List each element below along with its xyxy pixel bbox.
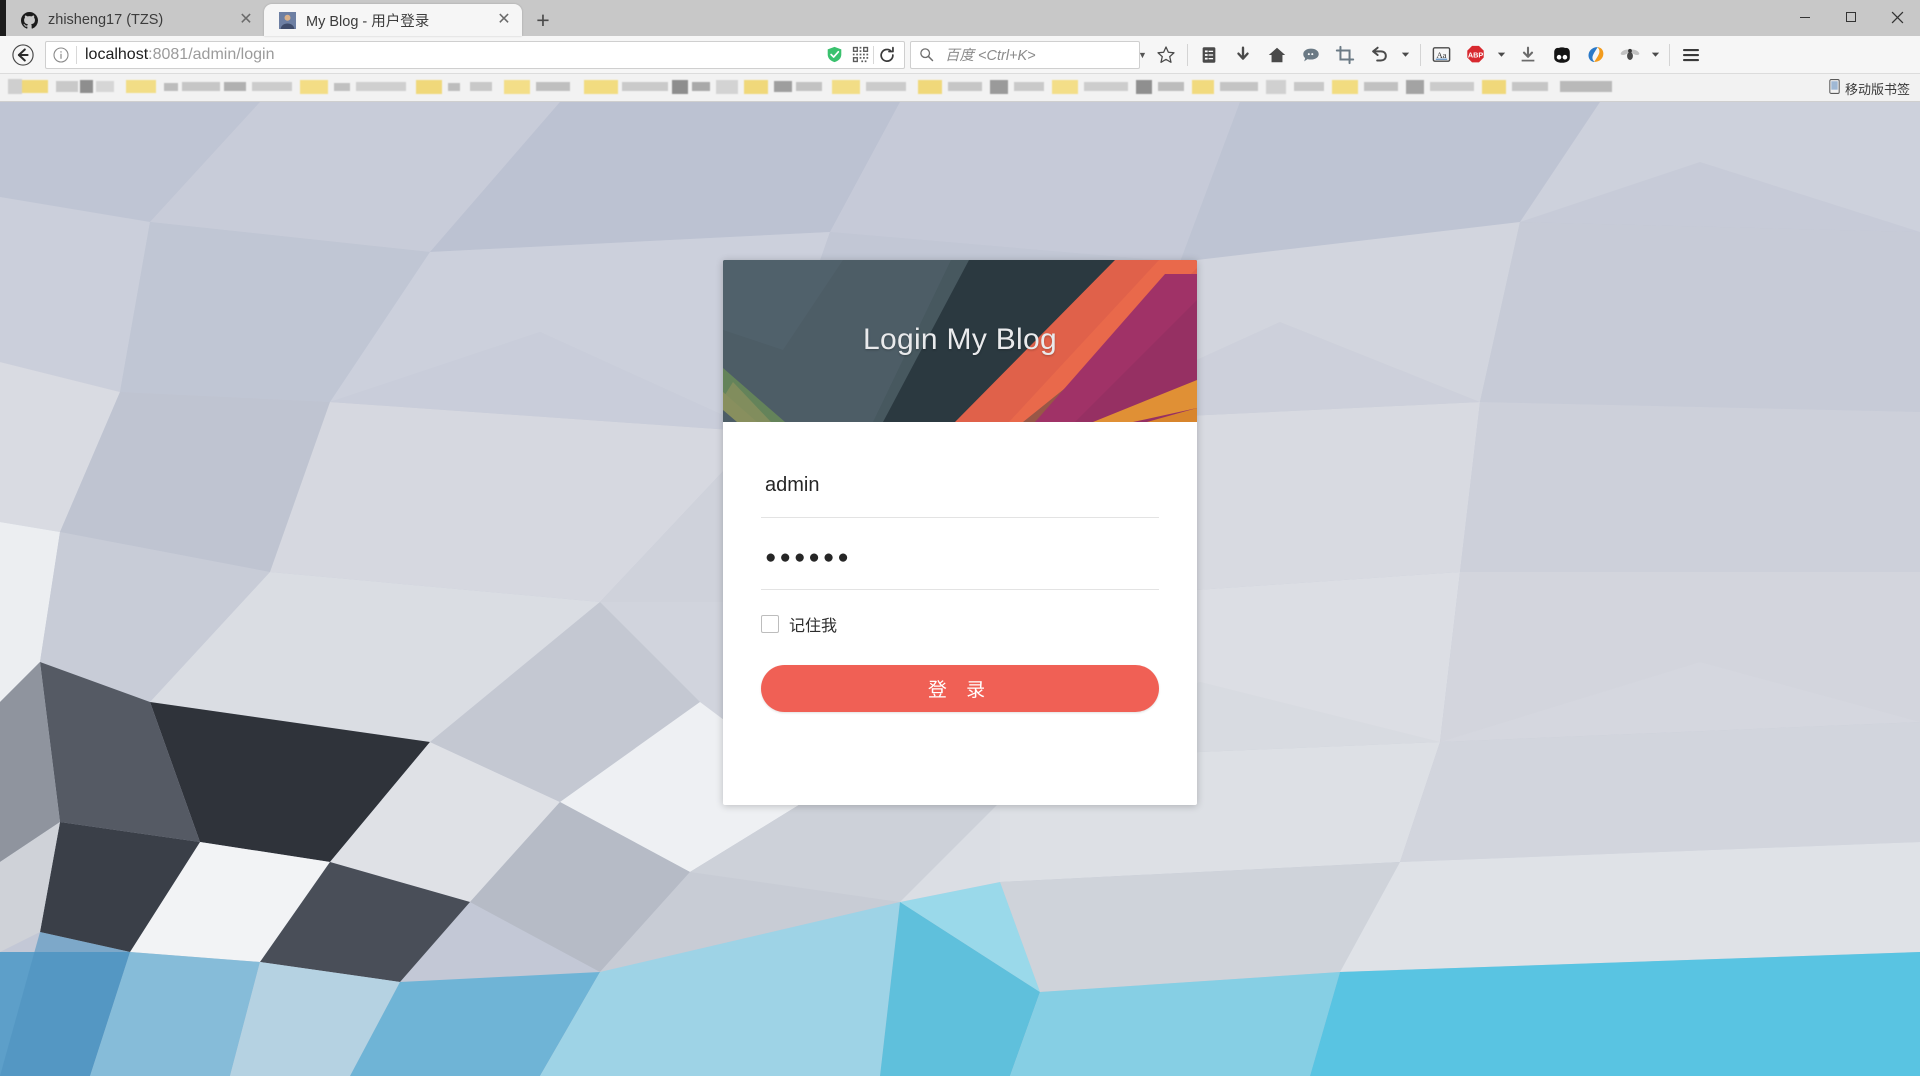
login-card-header: Login My Blog	[723, 260, 1197, 422]
toolbar-divider-2	[1419, 43, 1421, 66]
back-arrow-icon[interactable]	[6, 40, 40, 70]
menu-hamburger-icon[interactable]	[1674, 40, 1708, 70]
page-info-icon[interactable]	[46, 46, 76, 63]
mobile-bookmark-icon	[1828, 79, 1841, 97]
qr-code-icon[interactable]	[847, 42, 873, 68]
sogou-icon[interactable]	[1579, 40, 1613, 70]
chevron-down-icon[interactable]	[1396, 40, 1416, 70]
screenshot-crop-icon[interactable]	[1328, 40, 1362, 70]
login-card: Login My Blog 记住我 登 录	[723, 260, 1197, 805]
address-bar[interactable]: localhost:8081/admin/login	[45, 40, 905, 69]
login-form: 记住我 登 录	[723, 422, 1197, 712]
download-tray-icon[interactable]	[1511, 40, 1545, 70]
search-box[interactable]: 百度 <Ctrl+K>	[910, 40, 1140, 69]
star-icon[interactable]	[1149, 40, 1183, 70]
magnifier-icon	[911, 47, 941, 62]
search-engine-chevron-icon[interactable]: ▼	[1138, 50, 1147, 60]
browser-toolbar: localhost:8081/admin/login 百度 <Ctrl+K> ▼…	[0, 36, 1920, 74]
page-viewport: Login My Blog 记住我 登 录	[0, 102, 1920, 1076]
fly-icon[interactable]	[1613, 40, 1647, 70]
tab-title: zhisheng17 (TZS)	[48, 12, 164, 28]
username-input[interactable]	[761, 464, 1159, 518]
new-tab-button[interactable]: +	[526, 5, 560, 35]
url-host: localhost	[85, 45, 149, 63]
svg-text:Aa: Aa	[1437, 50, 1447, 60]
bookmarks-bar[interactable]: 移动版书签	[0, 74, 1920, 102]
chevron-down-icon-2[interactable]	[1493, 40, 1511, 70]
login-title: Login My Blog	[862, 323, 1057, 356]
toolbar-divider-1	[1186, 43, 1188, 66]
translate-aa-icon[interactable]: Aa	[1425, 40, 1459, 70]
tab-zhisheng17[interactable]: zhisheng17 (TZS) ✕	[6, 4, 264, 36]
comment-bubble-icon[interactable]	[1294, 40, 1328, 70]
tab-strip: zhisheng17 (TZS) ✕ My Blog - 用户登录 ✕ +	[0, 0, 1920, 36]
reload-icon[interactable]	[874, 42, 900, 68]
field-spacer	[761, 518, 1159, 536]
tab-close-icon[interactable]: ✕	[494, 10, 514, 30]
reading-list-icon[interactable]	[1192, 40, 1226, 70]
download-arrow-icon[interactable]	[1226, 40, 1260, 70]
search-input[interactable]: 百度 <Ctrl+K>	[941, 44, 1036, 65]
github-icon	[20, 11, 38, 29]
home-icon[interactable]	[1260, 40, 1294, 70]
panda-icon[interactable]	[1545, 40, 1579, 70]
undo-arrow-icon[interactable]	[1362, 40, 1396, 70]
browser-window: zhisheng17 (TZS) ✕ My Blog - 用户登录 ✕ + lo…	[0, 0, 1920, 1076]
login-submit-button[interactable]: 登 录	[761, 665, 1159, 712]
adblock-abp-icon[interactable]: ABP	[1459, 40, 1493, 70]
svg-text:ABP: ABP	[1468, 50, 1483, 59]
bookmarks-mobile-folder[interactable]: 移动版书签	[1828, 74, 1910, 101]
url-text[interactable]: localhost:8081/admin/login	[77, 46, 821, 64]
url-path: :8081/admin/login	[148, 45, 275, 63]
shield-check-icon[interactable]	[821, 42, 847, 68]
remember-me-row[interactable]: 记住我	[761, 612, 1159, 636]
minimize-button[interactable]	[1782, 0, 1828, 34]
maximize-button[interactable]	[1828, 0, 1874, 34]
bookmarks-blurred-items[interactable]	[0, 76, 1700, 100]
tab-title: My Blog - 用户登录	[306, 13, 430, 30]
toolbar-divider-3	[1668, 43, 1670, 66]
remember-me-checkbox[interactable]	[761, 615, 779, 633]
omnibox-icons	[821, 42, 904, 68]
close-button[interactable]	[1874, 0, 1920, 34]
bookmarks-mobile-label: 移动版书签	[1844, 81, 1910, 97]
avatar-icon	[278, 11, 296, 29]
password-input[interactable]	[761, 536, 1159, 590]
chevron-down-icon-3[interactable]	[1647, 40, 1665, 70]
window-controls	[1782, 0, 1920, 34]
tab-my-blog[interactable]: My Blog - 用户登录 ✕	[264, 4, 522, 36]
tab-close-icon[interactable]: ✕	[236, 10, 256, 30]
remember-me-label[interactable]: 记住我	[789, 612, 837, 636]
